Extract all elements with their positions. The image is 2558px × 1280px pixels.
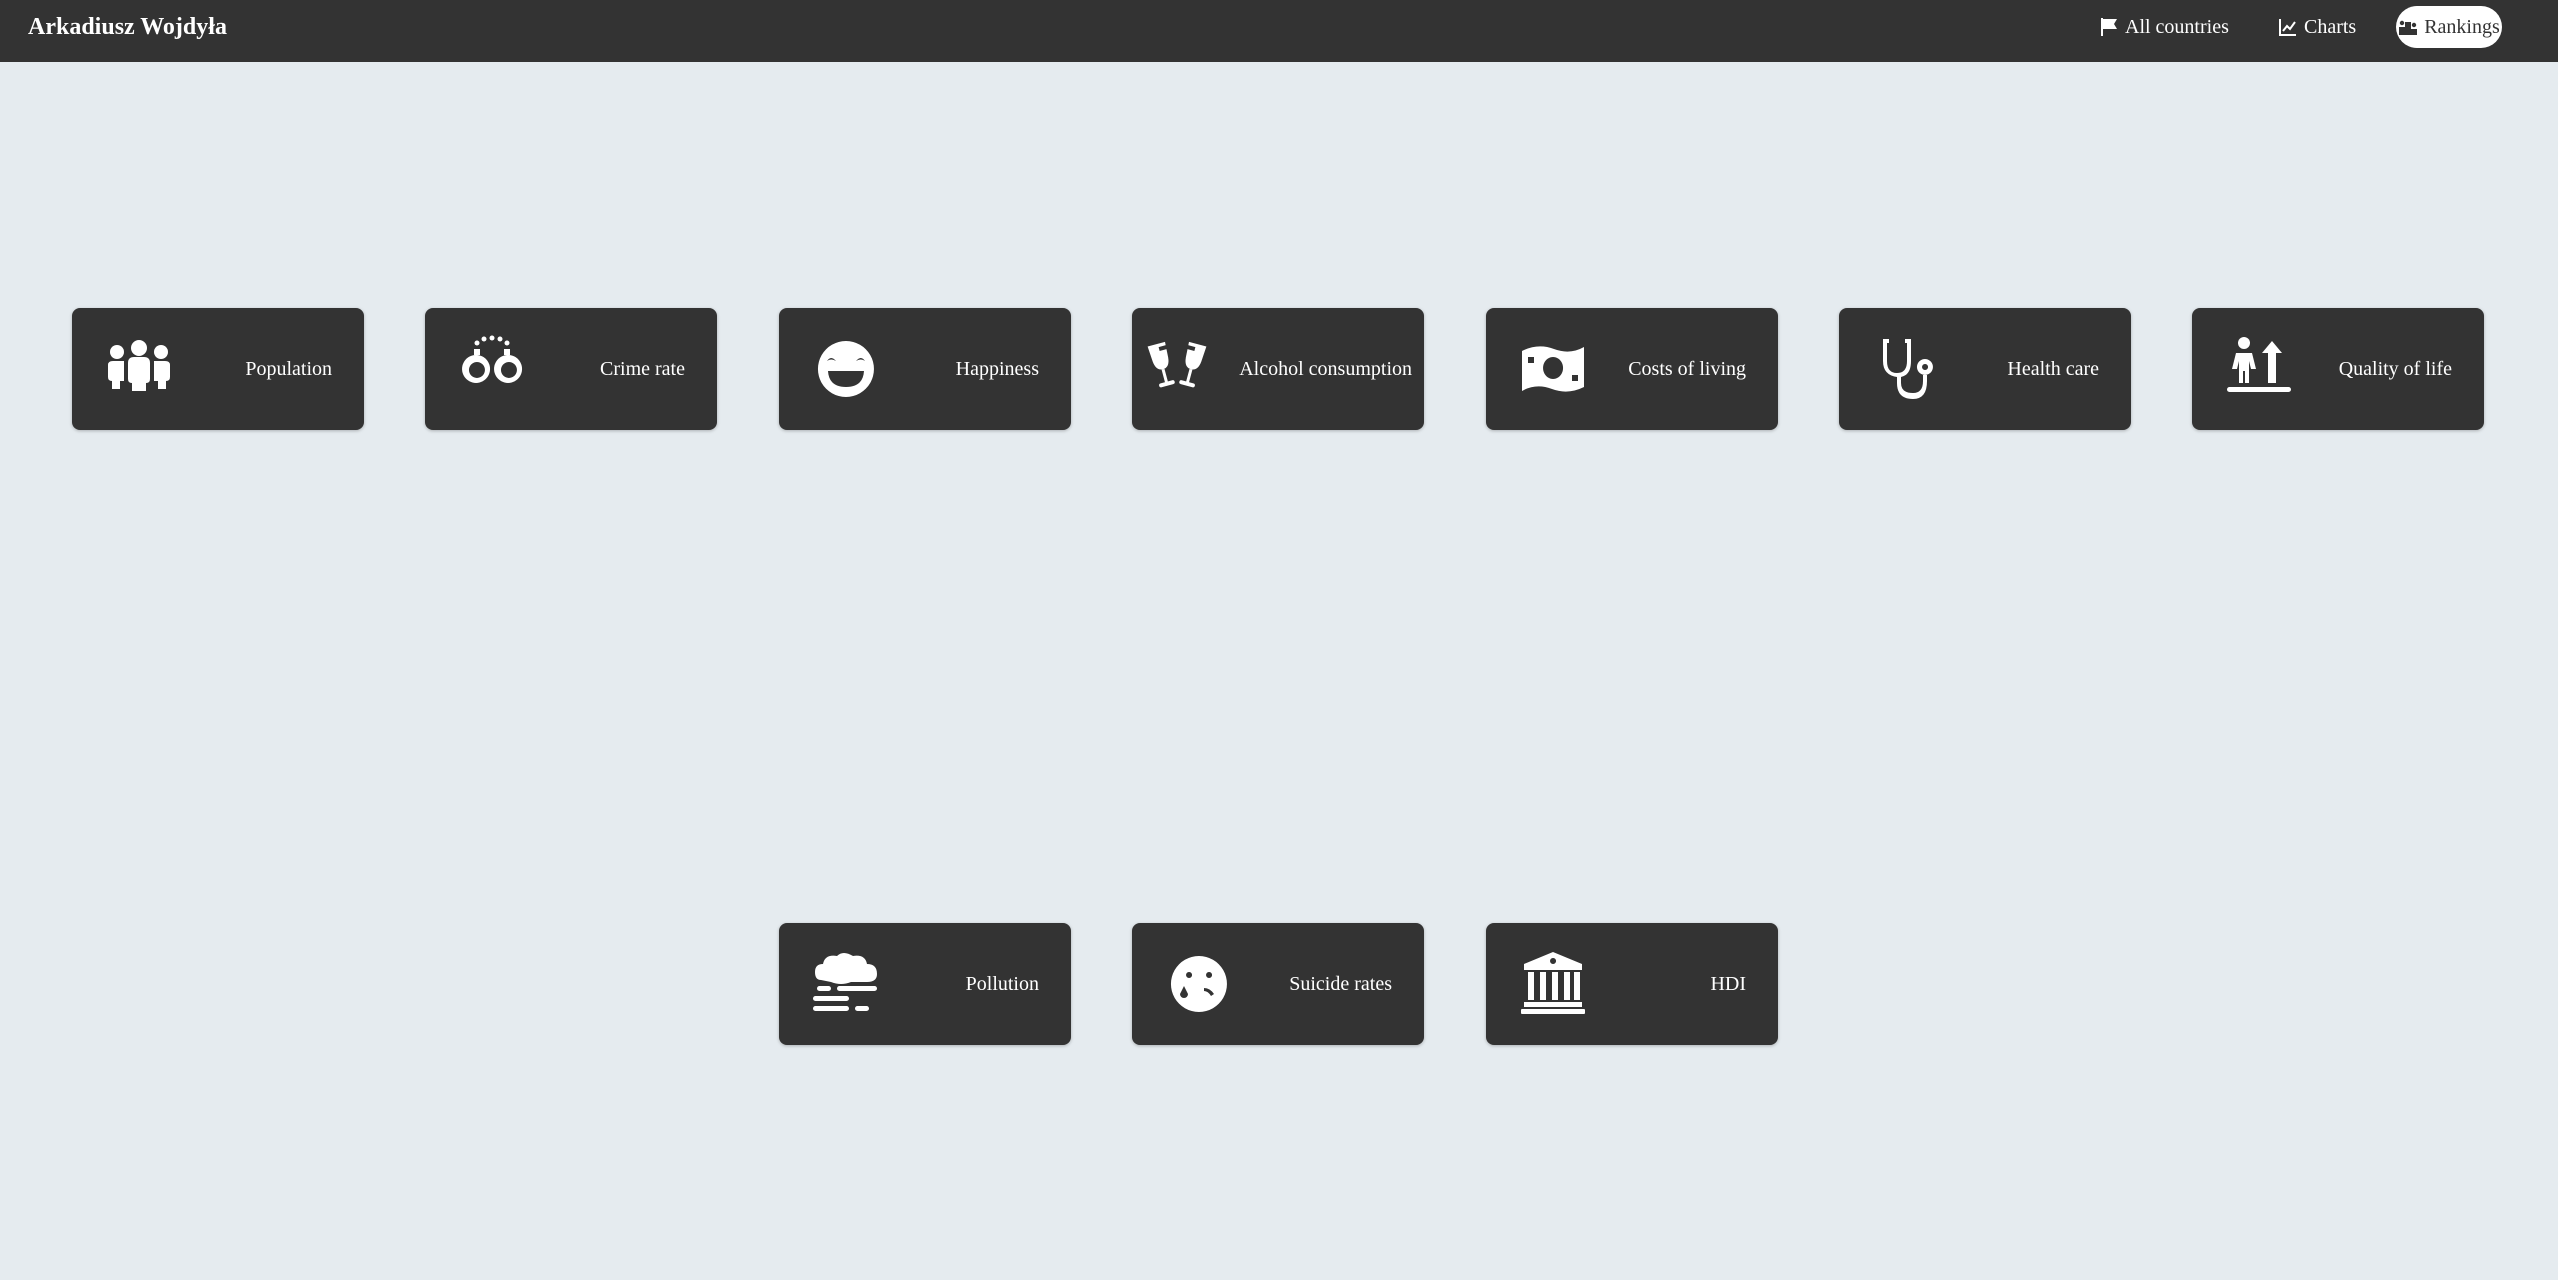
ranking-card-label: Crime rate <box>600 357 685 380</box>
nav-charts-label: Charts <box>2304 15 2357 38</box>
ranking-card-quality-of-life[interactable]: Quality of life <box>2192 308 2484 430</box>
ranking-card-pollution[interactable]: Pollution <box>779 923 1071 1045</box>
people-group-icon <box>104 335 174 403</box>
ranking-card-alcohol-consumption[interactable]: Alcohol consumption <box>1132 308 1424 430</box>
nav-all-countries-label: All countries <box>2125 15 2229 38</box>
ranking-card-population[interactable]: Population <box>72 308 364 430</box>
top-navbar: Arkadiusz Wojdyła All countries Charts R… <box>0 0 2558 62</box>
ranking-card-hdi[interactable]: HDI <box>1486 923 1778 1045</box>
brand-name[interactable]: Arkadiusz Wojdyła <box>28 12 227 42</box>
ranking-card-suicide-rates[interactable]: Suicide rates <box>1132 923 1424 1045</box>
bank-building-icon <box>1518 950 1588 1018</box>
nav-charts[interactable]: Charts <box>2268 6 2366 48</box>
handcuffs-icon <box>457 335 527 403</box>
ranking-card-crime-rate[interactable]: Crime rate <box>425 308 717 430</box>
wine-glasses-icon <box>1142 335 1212 403</box>
smog-icon <box>811 950 881 1018</box>
ranking-card-label: Population <box>245 357 332 380</box>
ranking-card-label: Costs of living <box>1628 357 1746 380</box>
ranking-card-happiness[interactable]: Happiness <box>779 308 1071 430</box>
money-bill-icon <box>1518 335 1588 403</box>
ranking-card-label: Suicide rates <box>1289 972 1392 995</box>
ranking-card-health-care[interactable]: Health care <box>1839 308 2131 430</box>
nav-rankings-label: Rankings <box>2424 15 2500 38</box>
line-chart-icon <box>2279 19 2296 36</box>
person-arrow-up-icon <box>2224 335 2294 403</box>
ranking-card-label: Quality of life <box>2338 357 2452 380</box>
nav-rankings[interactable]: Rankings <box>2396 6 2502 48</box>
ranking-card-costs-of-living[interactable]: Costs of living <box>1486 308 1778 430</box>
stethoscope-icon <box>1871 335 1941 403</box>
flag-icon <box>2101 18 2117 36</box>
ranking-card-label: Health care <box>2007 357 2099 380</box>
ranking-card-label: Pollution <box>965 972 1039 995</box>
ranking-card-label: HDI <box>1710 972 1746 995</box>
ranking-card-label: Happiness <box>955 357 1039 380</box>
ranking-icon <box>2399 20 2418 35</box>
ranking-card-label: Alcohol consumption <box>1239 357 1412 380</box>
grin-face-icon <box>811 335 881 403</box>
sad-tear-icon <box>1164 950 1234 1018</box>
nav-all-countries[interactable]: All countries <box>2089 6 2239 48</box>
